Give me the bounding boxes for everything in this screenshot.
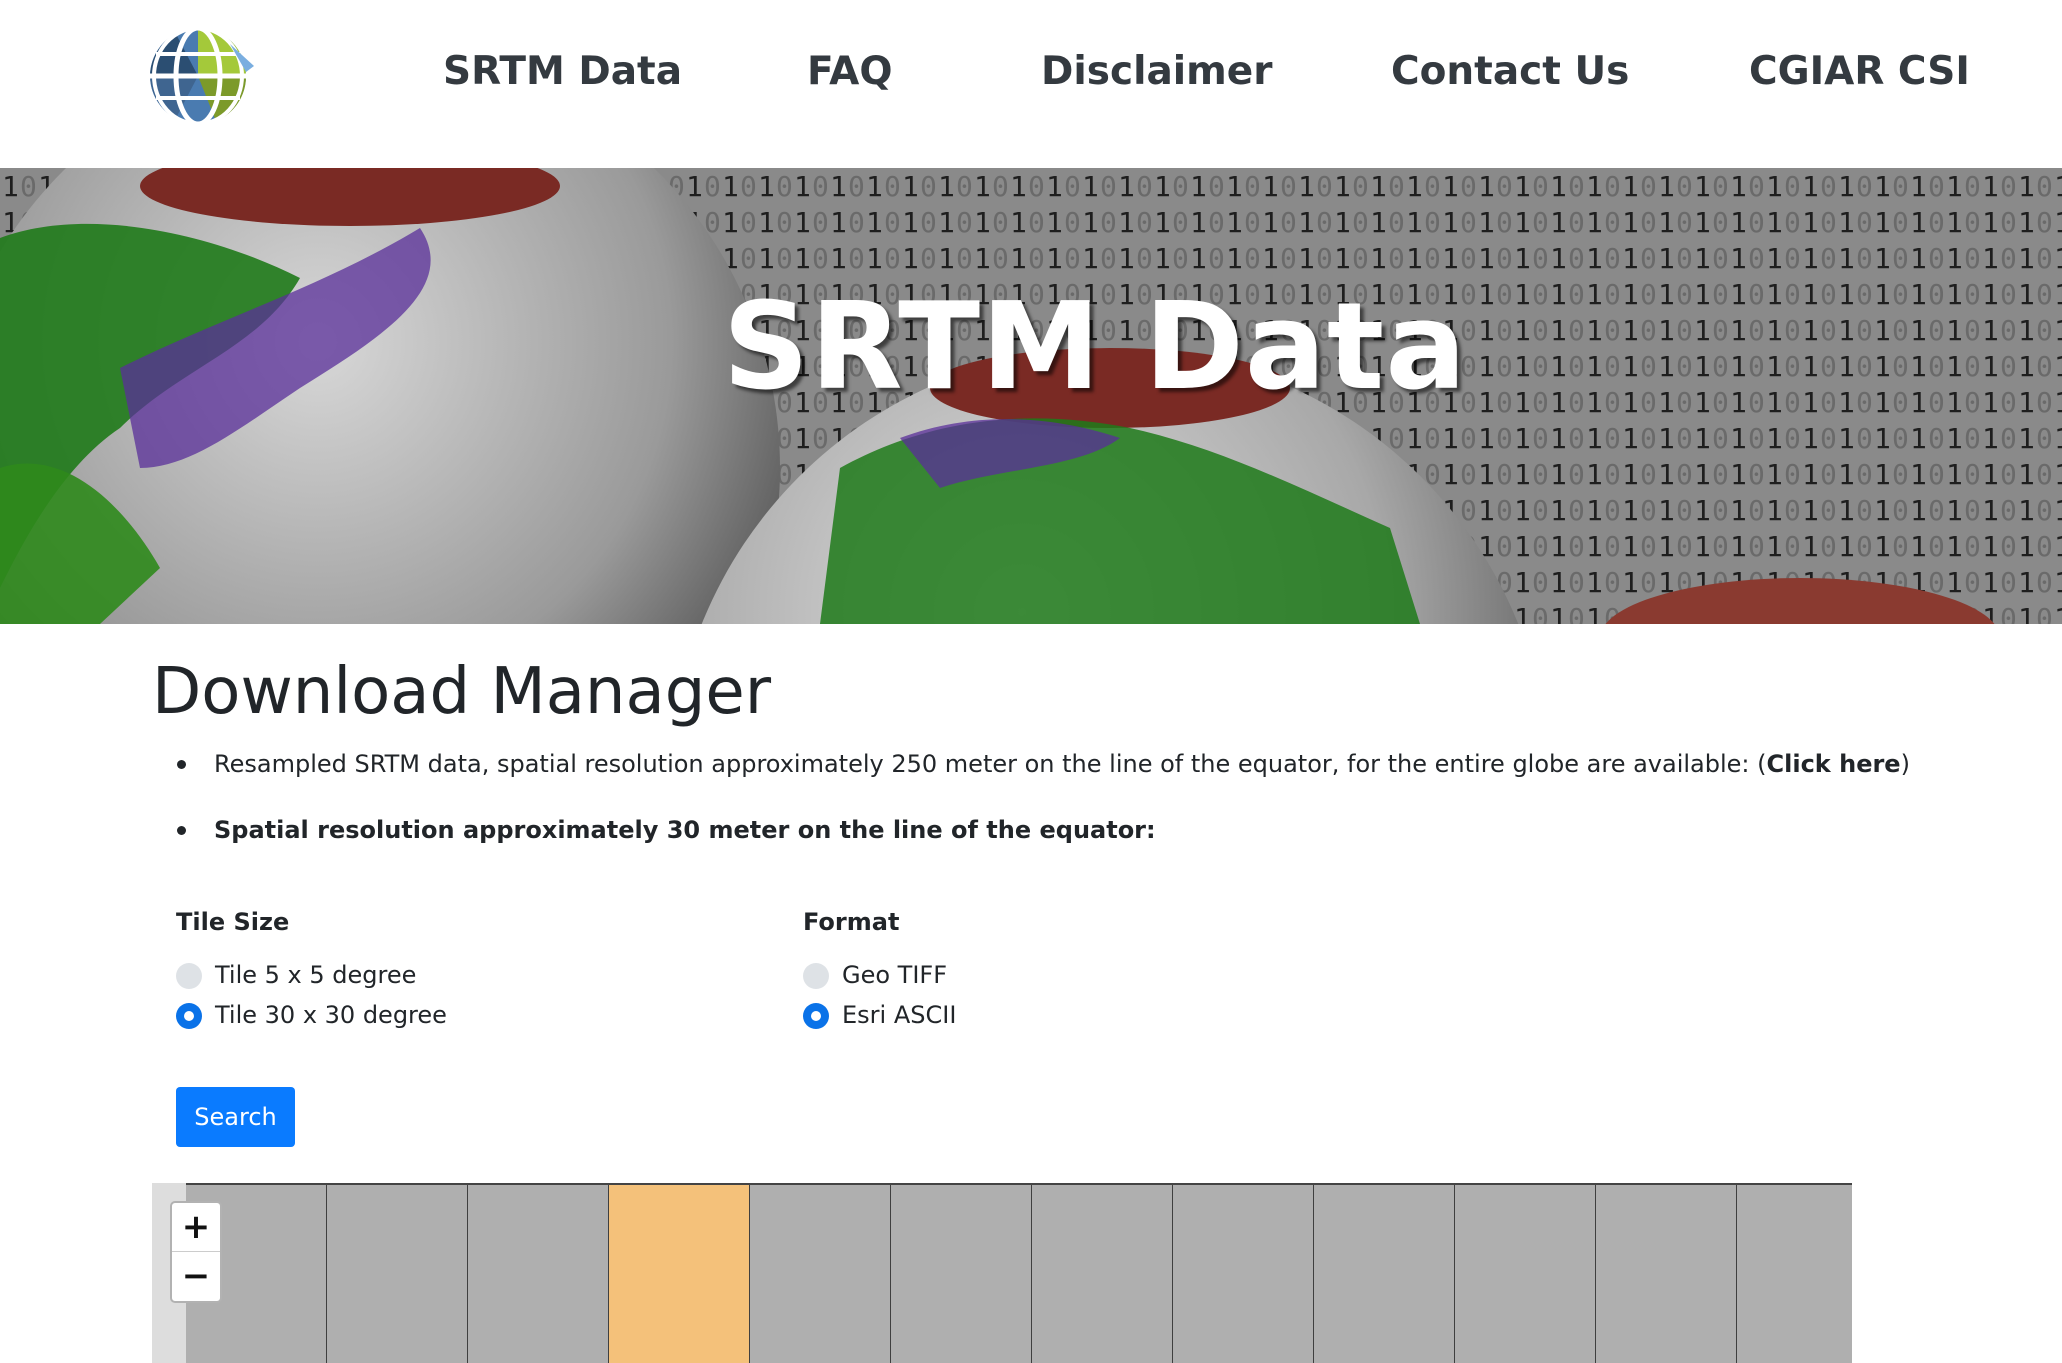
search-button[interactable]: Search — [176, 1087, 295, 1147]
globe-icon[interactable] — [146, 25, 256, 127]
zoom-in-button[interactable]: + — [172, 1203, 220, 1252]
tile-map[interactable]: + − — [152, 1183, 1852, 1363]
map-tile[interactable] — [750, 1185, 891, 1363]
nav-disclaimer[interactable]: Disclaimer — [1041, 44, 1272, 100]
radio-label: Geo TIFF — [842, 961, 948, 989]
nav-faq[interactable]: FAQ — [807, 44, 893, 100]
resampled-info-suffix: ) — [1900, 750, 1910, 778]
resolution-info-text: Spatial resolution approximately 30 mete… — [214, 816, 1156, 844]
radio-button-checked[interactable] — [803, 1003, 829, 1029]
radio-tile-5x5[interactable]: Tile 5 x 5 degree — [176, 958, 576, 992]
bullet-icon — [177, 760, 186, 769]
radio-geo-tiff[interactable]: Geo TIFF — [803, 958, 1103, 992]
click-here-link[interactable]: Click here — [1767, 750, 1901, 778]
map-tile[interactable] — [1173, 1185, 1314, 1363]
radio-tile-30x30[interactable]: Tile 30 x 30 degree — [176, 998, 576, 1032]
radio-button[interactable] — [803, 963, 829, 989]
list-item: Resampled SRTM data, spatial resolution … — [152, 744, 1912, 784]
map-tile[interactable] — [468, 1185, 609, 1363]
zoom-control: + − — [170, 1201, 222, 1303]
list-item: Spatial resolution approximately 30 mete… — [152, 810, 1912, 850]
zoom-out-button[interactable]: − — [172, 1252, 220, 1301]
map-tile[interactable] — [327, 1185, 468, 1363]
nav-contact-us[interactable]: Contact Us — [1391, 44, 1629, 100]
map-tile-selected[interactable] — [609, 1185, 750, 1363]
nav-cgiar-csi[interactable]: CGIAR CSI — [1749, 44, 1970, 100]
map-tile[interactable] — [1596, 1185, 1737, 1363]
navbar: SRTM Data FAQ Disclaimer Contact Us CGIA… — [0, 0, 2062, 168]
tile-size-label: Tile Size — [176, 908, 290, 936]
map-tile[interactable] — [891, 1185, 1032, 1363]
radio-label: Tile 5 x 5 degree — [215, 961, 417, 989]
radio-button[interactable] — [176, 963, 202, 989]
format-label: Format — [803, 908, 900, 936]
resampled-info-text: Resampled SRTM data, spatial resolution … — [214, 750, 1767, 778]
tile-grid — [186, 1183, 1852, 1363]
map-tile[interactable] — [1314, 1185, 1455, 1363]
page-title: Download Manager — [152, 655, 771, 729]
info-list: Resampled SRTM data, spatial resolution … — [152, 744, 1912, 876]
map-tile[interactable] — [1032, 1185, 1173, 1363]
map-tile[interactable] — [1455, 1185, 1596, 1363]
radio-button-checked[interactable] — [176, 1003, 202, 1029]
hero-title: SRTM Data — [722, 278, 1468, 417]
nav-srtm-data[interactable]: SRTM Data — [443, 44, 682, 100]
radio-esri-ascii[interactable]: Esri ASCII — [803, 998, 1103, 1032]
hero-banner: 1 0 SRTM Data — [0, 168, 2062, 624]
bullet-icon — [177, 826, 186, 835]
map-tile[interactable] — [1737, 1185, 1852, 1363]
radio-label: Esri ASCII — [842, 1001, 957, 1029]
radio-label: Tile 30 x 30 degree — [215, 1001, 447, 1029]
